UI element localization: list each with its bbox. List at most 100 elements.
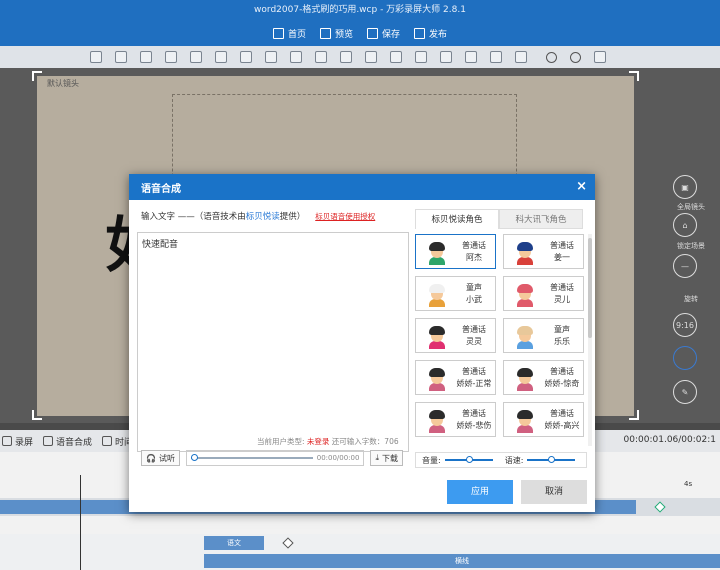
license-link[interactable]: 标贝语音使用授权 [315, 212, 375, 221]
corner-br [629, 410, 639, 420]
tts-dialog: 语音合成 × 输入文字 ——（语音技术由标贝悦读提供） 标贝语音使用授权 快速配音… [129, 174, 595, 512]
speed-slider[interactable] [527, 456, 576, 463]
align-middle-icon[interactable] [390, 51, 402, 63]
volume-slider[interactable] [444, 456, 493, 463]
corner-tr [629, 71, 639, 81]
download-icon: ⤓ [375, 453, 379, 462]
close-button[interactable]: × [576, 179, 587, 195]
tab-iflytek[interactable]: 科大讯飞角色 [499, 209, 583, 229]
playhead[interactable] [80, 475, 81, 570]
avatar-body [517, 257, 533, 265]
cancel-button[interactable]: 取消 [521, 480, 587, 504]
tts-tool[interactable]: 语音合成 [43, 435, 92, 448]
voice-label: 普通话 娇娇-惊奇 [544, 366, 580, 390]
avatar [424, 365, 450, 391]
login-status-link[interactable]: 未登录 [307, 437, 330, 446]
listen-button[interactable]: 🎧 试听 [141, 450, 180, 466]
progress-track[interactable] [190, 454, 313, 461]
dialog-header: 语音合成 × [129, 174, 595, 200]
copy-icon[interactable] [90, 51, 102, 63]
zoom-out-icon[interactable] [570, 51, 581, 63]
avatar-body [517, 425, 533, 433]
user-info-suffix: 还可输入字数：706 [329, 437, 399, 446]
progress-bar[interactable]: 00:00/00:00 [185, 450, 365, 466]
pen-icon: ✎ [681, 387, 689, 397]
menu-home[interactable]: 首页 [272, 27, 306, 40]
avatar-body [429, 299, 445, 307]
voice-card[interactable]: 普通话 娇娇-悲伤 [415, 402, 496, 437]
line-clip[interactable]: 横线 [204, 554, 720, 568]
group-icon[interactable] [240, 51, 252, 63]
provider-link[interactable]: 标贝悦读 [246, 212, 280, 222]
voice-type: 普通话 [550, 241, 574, 250]
avatar [424, 323, 450, 349]
zoom-in-icon[interactable] [546, 51, 557, 63]
volume-knob[interactable] [465, 456, 473, 463]
menu-save-label: 保存 [382, 29, 401, 40]
align-icon[interactable] [190, 51, 202, 63]
voice-name: 阿杰 [466, 253, 482, 262]
avatar [424, 281, 450, 307]
paste-icon[interactable] [115, 51, 127, 63]
keyframe-diamond[interactable] [654, 501, 666, 513]
text-input[interactable]: 快速配音 [137, 232, 409, 452]
voice-card[interactable]: 普通话 娇娇-正常 [415, 360, 496, 395]
aspect-button[interactable]: 9:16 [673, 313, 697, 337]
align-bottom-icon[interactable] [415, 51, 427, 63]
distribute-v-icon[interactable] [465, 51, 477, 63]
voice-card[interactable]: 普通话 姜一 [503, 234, 584, 269]
menu-publish[interactable]: 发布 [414, 27, 447, 40]
align-right-icon[interactable] [340, 51, 352, 63]
layer-up-icon[interactable] [140, 51, 152, 63]
align-top-icon[interactable] [365, 51, 377, 63]
voice-grid: 普通话 阿杰 普通话 姜一 童声 小武 普通话 灵儿 普通话 灵灵 童声 乐乐 普通话 娇娇-正常 普通话娇… [415, 234, 591, 446]
voice-scrollbar[interactable] [588, 234, 592, 446]
lock-icon[interactable] [215, 51, 227, 63]
edit-toolbar [0, 46, 720, 68]
voice-card[interactable]: 童声 小武 [415, 276, 496, 311]
align-left-icon[interactable] [290, 51, 302, 63]
voice-card[interactable]: 普通话 阿杰 [415, 234, 496, 269]
speed-knob[interactable] [548, 456, 556, 463]
apply-button[interactable]: 应用 [447, 480, 513, 504]
lock-scene-button[interactable]: ⌂ [673, 213, 697, 237]
ungroup-icon[interactable] [265, 51, 277, 63]
distribute-h-icon[interactable] [440, 51, 452, 63]
global-camera-button[interactable]: ▣ [673, 175, 697, 199]
input-label-row: 输入文字 ——（语音技术由标贝悦读提供） 标贝语音使用授权 [141, 210, 375, 222]
layer-down-icon[interactable] [165, 51, 177, 63]
circle-button[interactable] [673, 346, 697, 370]
keyframe-diamond[interactable] [282, 537, 294, 549]
rotate-icon: — [681, 261, 689, 271]
voice-card[interactable]: 普通话 娇娇-惊奇 [503, 360, 584, 395]
voice-name: 乐乐 [554, 337, 570, 346]
same-height-icon[interactable] [515, 51, 527, 63]
window-title: word2007-格式刷的巧用.wcp - 万彩录屏大师 2.8.1 [0, 0, 720, 20]
voice-card[interactable]: 童声 乐乐 [503, 318, 584, 353]
voice-name: 灵灵 [466, 337, 482, 346]
align-center-icon[interactable] [315, 51, 327, 63]
tab-biaobei[interactable]: 标贝悦读角色 [415, 209, 499, 229]
rotate-button[interactable]: — [673, 254, 697, 278]
progress-knob[interactable] [190, 454, 198, 461]
scrollbar-thumb[interactable] [588, 238, 592, 338]
same-width-icon[interactable] [490, 51, 502, 63]
voice-card[interactable]: 普通话 娇娇-高兴 [503, 402, 584, 437]
fit-icon[interactable] [594, 51, 606, 63]
text-clip[interactable]: 语文 [204, 536, 264, 550]
edit-button[interactable]: ✎ [673, 380, 697, 404]
menu-home-label: 首页 [287, 29, 306, 40]
input-label: 输入文字 ——（语音技术由 [141, 212, 246, 222]
voice-card[interactable]: 普通话 灵儿 [503, 276, 584, 311]
record-tool[interactable]: 录屏 [2, 435, 33, 448]
aspect-label: 9:16 [676, 320, 694, 330]
voice-label: 普通话 娇娇-高兴 [544, 408, 580, 432]
menu-save[interactable]: 保存 [367, 27, 400, 40]
menu-preview[interactable]: 预览 [319, 27, 353, 40]
voice-tabs: 标贝悦读角色 科大讯飞角色 [415, 209, 583, 229]
avatar [424, 407, 450, 433]
voice-type: 普通话 [550, 367, 574, 376]
download-button[interactable]: ⤓ 下载 [370, 450, 403, 466]
voice-label: 普通话 灵儿 [544, 282, 580, 306]
voice-card[interactable]: 普通话 灵灵 [415, 318, 496, 353]
